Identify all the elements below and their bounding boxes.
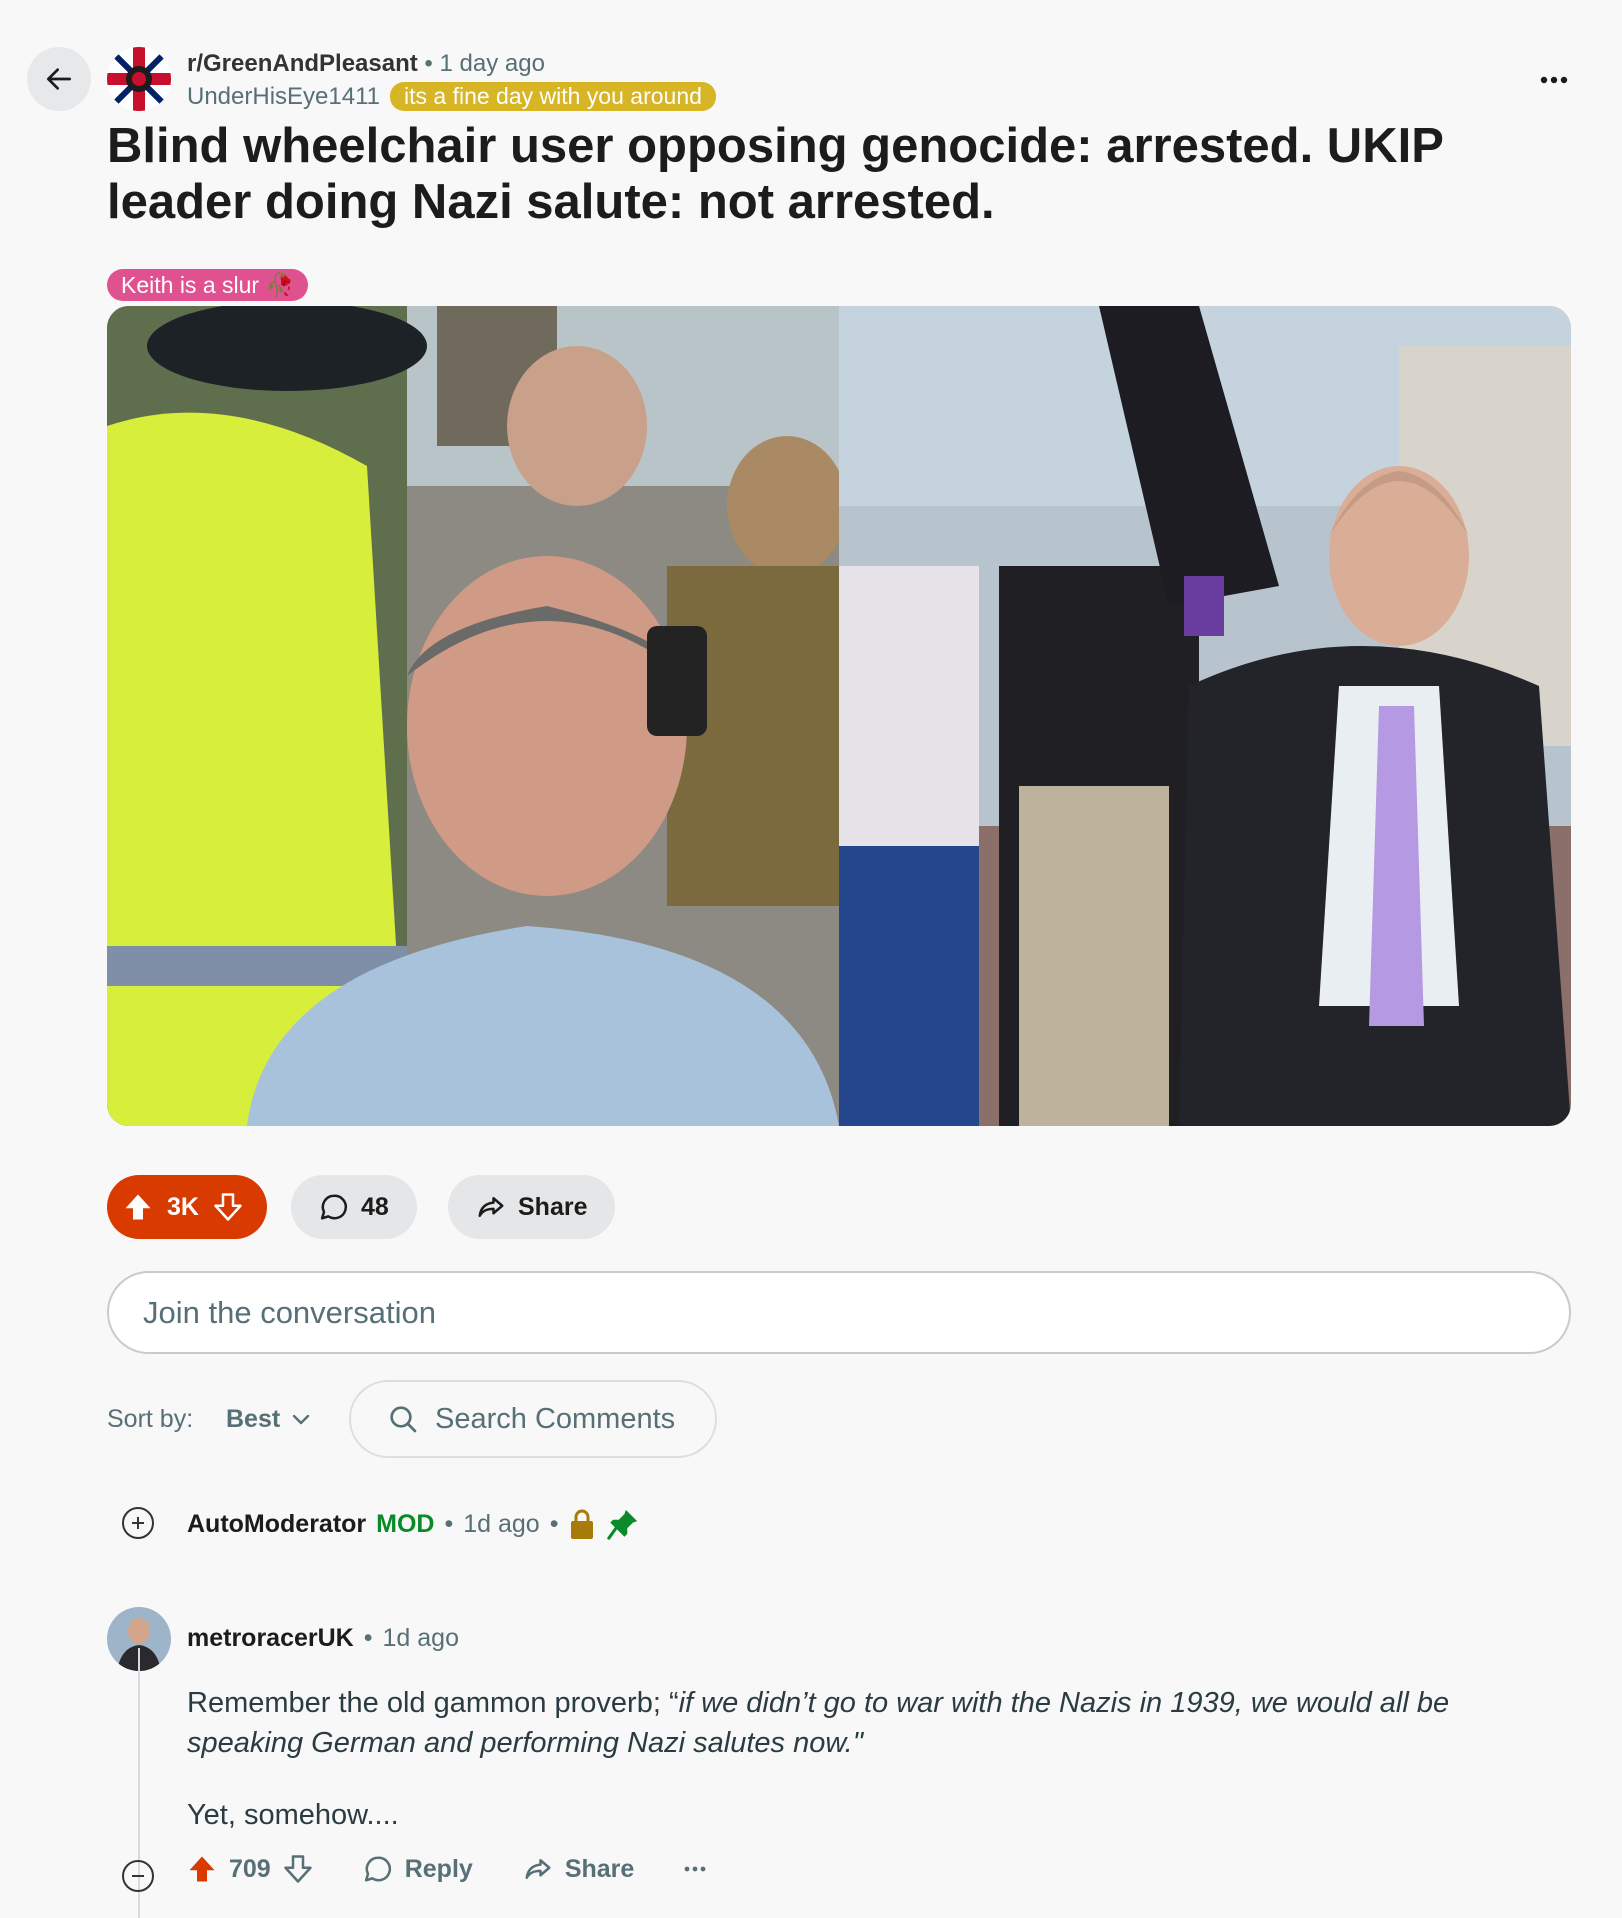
mod-badge: MOD: [376, 1509, 435, 1538]
search-comments-input[interactable]: Search Comments: [349, 1380, 717, 1458]
more-options-button[interactable]: [1534, 60, 1574, 100]
image-right-ukip-leader: [839, 306, 1571, 1126]
vote-count: 3K: [167, 1192, 199, 1221]
pin-icon: [607, 1509, 638, 1540]
collapse-comment-button[interactable]: [122, 1860, 154, 1892]
sort-dropdown[interactable]: Best: [226, 1405, 310, 1434]
post-image[interactable]: [107, 306, 1571, 1126]
reply-button[interactable]: Reply: [363, 1854, 473, 1884]
ellipsis-icon: [684, 1866, 706, 1872]
post-flair[interactable]: Keith is a slur 🥀: [107, 269, 309, 301]
search-icon: [390, 1406, 417, 1433]
vote-control: 3K: [107, 1175, 267, 1239]
comment-time: 1d ago: [463, 1509, 540, 1538]
upvote-icon[interactable]: [123, 1192, 153, 1222]
minus-circle-icon: [122, 1860, 154, 1892]
share-icon: [478, 1197, 504, 1217]
post-time: 1 day ago: [439, 50, 545, 77]
comment-header-automod: AutoModerator MOD • 1d ago •: [187, 1507, 640, 1541]
subreddit-name[interactable]: r/GreenAndPleasant: [187, 50, 418, 77]
share-button[interactable]: Share: [448, 1175, 616, 1239]
sort-value: Best: [226, 1405, 281, 1433]
comment-vote-control: 709: [187, 1854, 313, 1884]
comment-header-metroracer: metroracerUK • 1d ago: [187, 1624, 459, 1653]
comment-count: 48: [361, 1192, 389, 1221]
lock-icon: [571, 1509, 594, 1539]
comments-button[interactable]: 48: [291, 1175, 417, 1239]
share-label: Share: [518, 1192, 588, 1221]
author-line: UnderHisEye1411 its a fine day with you …: [187, 82, 716, 111]
share-label: Share: [564, 1854, 635, 1883]
back-button[interactable]: [27, 47, 91, 111]
user-flair: its a fine day with you around: [390, 82, 716, 111]
separator-dot: •: [424, 50, 440, 77]
subreddit-avatar[interactable]: [107, 47, 171, 111]
post-title: Blind wheelchair user opposing genocide:…: [107, 119, 1443, 229]
arrow-left-icon: [47, 68, 71, 90]
sort-label: Sort by:: [107, 1405, 194, 1433]
downvote-icon[interactable]: [213, 1192, 243, 1222]
chevron-down-icon: [292, 1414, 310, 1424]
image-left-wheelchair-user: [107, 306, 847, 1126]
plus-circle-icon: [122, 1507, 154, 1539]
separator-dot: •: [363, 1624, 373, 1652]
ellipsis-icon: [1540, 76, 1568, 84]
comment-paragraph: Yet, somehow....: [187, 1799, 399, 1831]
composer-placeholder: Join the conversation: [143, 1294, 436, 1330]
post-meta: r/GreenAndPleasant • 1 day ago: [187, 50, 545, 78]
comment-vote-count: 709: [229, 1854, 271, 1883]
search-placeholder: Search Comments: [435, 1402, 676, 1435]
comment-username[interactable]: metroracerUK: [187, 1624, 354, 1653]
comment-text-prefix: Remember the old gammon proverb; “: [187, 1687, 679, 1719]
separator-dot: •: [549, 1509, 559, 1538]
comment-time: 1d ago: [382, 1624, 459, 1652]
separator-dot: •: [444, 1509, 454, 1538]
author-name[interactable]: UnderHisEye1411: [187, 83, 380, 111]
comment-icon: [364, 1856, 391, 1882]
downvote-icon[interactable]: [283, 1854, 313, 1884]
comment-more-button[interactable]: [684, 1866, 706, 1872]
comment-body: Remember the old gammon proverb; “if we …: [187, 1683, 1567, 1867]
comment-actions: 709 Reply Share: [187, 1854, 756, 1884]
expand-comment-button[interactable]: [122, 1507, 154, 1539]
comment-paragraph: Remember the old gammon proverb; “if we …: [187, 1683, 1567, 1763]
upvote-icon[interactable]: [187, 1854, 217, 1884]
comment-icon: [320, 1194, 348, 1220]
join-conversation-input[interactable]: Join the conversation: [107, 1271, 1571, 1354]
comment-username[interactable]: AutoModerator: [187, 1510, 366, 1539]
reply-label: Reply: [404, 1854, 473, 1883]
share-icon: [525, 1859, 551, 1879]
comment-share-button[interactable]: Share: [523, 1854, 634, 1884]
